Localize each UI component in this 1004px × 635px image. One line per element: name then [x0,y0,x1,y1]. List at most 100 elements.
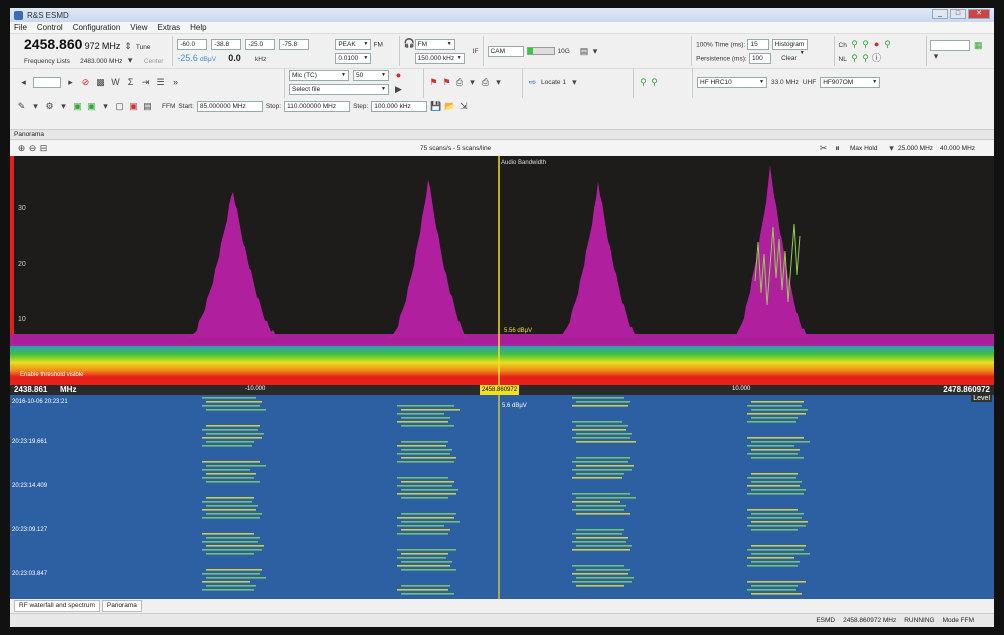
print-icon[interactable]: ⎙ [480,77,491,88]
dropdown-icon[interactable]: ▾ [930,51,941,62]
frequency-lists-label[interactable]: Frequency Lists [24,58,70,65]
spectrum-display[interactable]: 30 20 10 Audio Bandwidth 5.56 dBµV Enabl… [10,156,994,385]
file-select[interactable]: Select file [289,84,389,95]
persistence-field[interactable]: 100 [748,52,771,64]
bandwidth-select[interactable]: 150.000 kHz [414,52,465,64]
close-button[interactable]: ✕ [968,9,990,19]
step-field[interactable]: 100.000 kHz [371,100,428,112]
record-dot-icon[interactable]: ● [871,39,882,50]
menu-extras[interactable]: Extras [157,23,180,32]
antenna-icon[interactable]: ⚲ [882,39,893,50]
menu-help[interactable]: Help [190,23,206,32]
zoom-tool-icon[interactable]: ✎ [16,101,27,112]
tab-rf-waterfall[interactable]: RF waterfall and spectrum [14,600,100,612]
hf-frequency: 33.0 MHz [771,79,799,86]
uhf-antenna-select[interactable]: HF907OM [820,77,881,88]
status-frequency: 2458.860972 MHz [843,617,897,624]
waterfall-display[interactable]: 2016-10-06 20:23:21 5.6 dBµV 20:23:19.66… [10,395,994,599]
antenna-icon[interactable]: ⚲ [638,77,649,88]
zoom-in-icon[interactable]: ⊕ [16,143,27,154]
antenna-icon[interactable]: ⚲ [860,39,871,50]
playback-counter[interactable] [33,77,61,88]
clear-button[interactable]: Clear [781,55,797,62]
dropdown-icon[interactable]: ▾ [886,143,897,154]
locate-group: ⇨ Locate 1 ▾ [527,77,629,88]
menu-configuration[interactable]: Configuration [73,23,121,32]
marker-icon[interactable]: ⚑ [441,77,452,88]
antenna-icon[interactable]: ⚲ [649,77,660,88]
time-field[interactable]: 15 [747,38,770,50]
copy-icon[interactable]: ▢ [114,101,125,112]
locate-arrow-icon[interactable]: ⇨ [527,77,538,88]
print-icon[interactable]: ⎙ [454,77,465,88]
dropdown-icon[interactable]: ▾ [589,46,600,57]
stop-record-icon[interactable]: ⊘ [80,77,91,88]
hf-antenna-select[interactable]: HF HRC10 [697,77,767,88]
level-field[interactable] [930,40,971,52]
scan-icon[interactable]: ▩ [95,77,106,88]
center-frequency-marker[interactable]: 2458.860972 [480,385,520,395]
antenna-icon[interactable]: ⚲ [860,53,871,64]
gain-field[interactable]: CAM [487,45,524,57]
frequency-display[interactable]: 2458.860 [24,36,82,52]
menu-view[interactable]: View [130,23,147,32]
zoom-out-icon[interactable]: ⊖ [27,143,38,154]
stop-field[interactable]: 110.000000 MHz [284,100,351,112]
record-icon[interactable]: ● [393,70,404,81]
tab-panorama[interactable]: Panorama [101,600,142,612]
folder-icon[interactable]: 📂 [444,101,455,112]
start-field[interactable]: 85.000000 MHz [196,100,263,112]
antenna-icon[interactable]: ⚲ [849,53,860,64]
dropdown-icon[interactable]: ▾ [58,101,69,112]
skip-icon[interactable]: ⇥ [140,77,151,88]
waterfall-burst [397,549,456,551]
frequency-spin-icon[interactable]: ⇕ [123,41,134,52]
sum-icon[interactable]: Σ [125,77,136,88]
clear-icon[interactable]: ▣ [128,101,139,112]
play-forward-icon[interactable]: ▸ [65,77,76,88]
marker-icon[interactable]: ⚑ [428,77,439,88]
pause-icon[interactable]: ⏸ [832,143,843,154]
dropdown-icon[interactable]: ▾ [30,101,41,112]
histogram-select[interactable]: Histogram [771,38,808,50]
maximize-button[interactable]: □ [950,9,966,19]
demod-select[interactable]: FM [414,38,455,50]
persistence-group: 100% Time (ms): 15 Histogram Persistence… [696,38,829,64]
waveform-icon[interactable]: W [110,77,121,88]
fast-forward-icon[interactable]: » [170,77,181,88]
save-icon[interactable]: ▣ [86,101,97,112]
display-mode-icon[interactable]: ▤ [578,46,589,57]
list-icon[interactable]: ☰ [155,77,166,88]
span-left-select[interactable]: 25.000 MHz [898,145,933,152]
step-value[interactable]: 2483.000 MHz [80,58,122,65]
span-right-select[interactable]: 40.000 MHz [940,145,975,152]
minimize-button[interactable]: _ [932,9,948,19]
measure-time-select[interactable]: 0.0100 [335,52,372,64]
dropdown-icon[interactable]: ▾ [493,77,504,88]
export-icon[interactable]: ⇲ [458,101,469,112]
info-icon[interactable]: ⓘ [871,53,882,64]
audio-source-select[interactable]: Mic (TC) [289,70,349,81]
fit-icon[interactable]: ⊟ [38,143,49,154]
locate-label[interactable]: Locate 1 [541,79,566,86]
tune-tool-icon[interactable]: ⚙ [44,101,55,112]
grid-icon[interactable]: ▦ [973,40,984,51]
detector-select[interactable]: PEAK [335,38,372,50]
hold-mode-select[interactable]: Max Hold [850,145,877,152]
level-button[interactable]: Level [971,395,992,402]
menu-file[interactable]: File [14,23,27,32]
settings-icon[interactable]: ▤ [142,101,153,112]
menu-control[interactable]: Control [37,23,63,32]
dropdown-icon[interactable]: ▾ [467,77,478,88]
play-icon[interactable]: ▶ [393,84,404,95]
separator [172,36,174,66]
play-back-icon[interactable]: ◂ [18,77,29,88]
save-icon[interactable]: 💾 [430,101,441,112]
open-icon[interactable]: ▣ [72,101,83,112]
antenna-icon[interactable]: ⚲ [849,39,860,50]
dropdown-icon[interactable]: ▾ [569,77,580,88]
tool-icon[interactable]: ✂ [818,143,829,154]
dropdown-icon[interactable]: ▾ [125,55,136,66]
audio-level-select[interactable]: 50 [353,70,389,81]
dropdown-icon[interactable]: ▾ [100,101,111,112]
